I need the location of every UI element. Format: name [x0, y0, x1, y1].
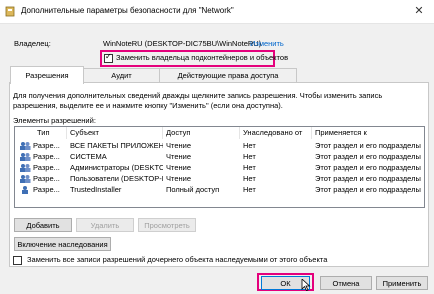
- column-header-inherited[interactable]: Унаследовано от: [240, 127, 312, 139]
- tab-effective-access[interactable]: Действующие права доступа: [159, 68, 297, 83]
- checkmark-icon: ✓: [105, 52, 112, 61]
- permissions-label: Элементы разрешений:: [13, 116, 96, 125]
- mouse-cursor-icon: [301, 279, 311, 291]
- cell-type: Разре...: [33, 185, 60, 194]
- table-row[interactable]: Разре... ВСЕ ПАКЕТЫ ПРИЛОЖЕНИЙ Чтение Не…: [15, 140, 424, 151]
- replace-child-label: Заменить все записи разрешений дочернего…: [27, 255, 328, 264]
- permissions-panel: Для получения дополнительных сведений дв…: [9, 82, 429, 267]
- table-row[interactable]: Разре... TrustedInstaller Полный доступ …: [15, 184, 424, 195]
- cell-inherited: Нет: [243, 174, 256, 183]
- cell-access: Полный доступ: [166, 185, 220, 194]
- cell-subject: ВСЕ ПАКЕТЫ ПРИЛОЖЕНИЙ: [70, 141, 163, 150]
- cell-subject: TrustedInstaller: [70, 185, 122, 194]
- table-row[interactable]: Разре... Пользователи (DESKTOP-DI... Чте…: [15, 173, 424, 184]
- cell-applies: Этот раздел и его подразделы: [315, 163, 421, 172]
- column-header-access[interactable]: Доступ: [163, 127, 240, 139]
- cell-type: Разре...: [33, 141, 60, 150]
- cell-type: Разре...: [33, 163, 60, 172]
- cell-subject: СИСТЕМА: [70, 152, 107, 161]
- cell-inherited: Нет: [243, 141, 256, 150]
- user-group-icon: [20, 164, 31, 172]
- cell-access: Чтение: [166, 141, 192, 150]
- user-group-icon: [20, 153, 31, 161]
- cell-inherited: Нет: [243, 152, 256, 161]
- column-header-subject[interactable]: Субъект: [67, 127, 163, 139]
- user-group-icon: [20, 142, 31, 150]
- cell-subject: Администраторы (DESKTOP-...: [70, 163, 163, 172]
- close-button[interactable]: ✕: [404, 0, 434, 23]
- cell-type: Разре...: [33, 152, 60, 161]
- cell-inherited: Нет: [243, 185, 256, 194]
- cell-type: Разре...: [33, 174, 60, 183]
- cell-access: Чтение: [166, 174, 192, 183]
- view-button[interactable]: Просмотреть: [138, 218, 196, 232]
- enable-inheritance-button[interactable]: Включение наследования: [14, 237, 111, 251]
- user-group-icon: [20, 175, 31, 183]
- cell-access: Чтение: [166, 163, 192, 172]
- replace-owner-checkbox[interactable]: ✓: [104, 52, 113, 63]
- tab-audit[interactable]: Аудит: [82, 68, 161, 83]
- apply-button[interactable]: Применить: [376, 276, 428, 290]
- owner-value: WinNoteRU (DESKTOP-DIC75BU\WinNoteRU): [103, 39, 262, 48]
- column-header-type[interactable]: Тип: [15, 127, 67, 139]
- window-title: Дополнительные параметры безопасности дл…: [21, 6, 234, 15]
- change-owner-link[interactable]: Изменить: [250, 39, 284, 48]
- replace-child-row: Заменить все записи разрешений дочернего…: [13, 255, 413, 265]
- replace-owner-highlight: ✓ Заменить владельца подконтейнеров и об…: [100, 50, 288, 67]
- cell-applies: Этот раздел и его подразделы: [315, 141, 421, 150]
- info-text: Для получения дополнительных сведений дв…: [13, 91, 383, 110]
- table-row[interactable]: Разре... СИСТЕМА Чтение Нет Этот раздел …: [15, 151, 424, 162]
- shield-icon: [5, 6, 15, 17]
- remove-button[interactable]: Удалить: [76, 218, 134, 232]
- permissions-table: Тип Субъект Доступ Унаследовано от Приме…: [14, 126, 425, 208]
- cell-subject: Пользователи (DESKTOP-DI...: [70, 174, 163, 183]
- user-icon: [22, 186, 28, 194]
- replace-owner-label: Заменить владельца подконтейнеров и объе…: [116, 53, 289, 62]
- cell-access: Чтение: [166, 152, 192, 161]
- cell-applies: Этот раздел и его подразделы: [315, 152, 421, 161]
- cell-applies: Этот раздел и его подразделы: [315, 185, 421, 194]
- tab-permissions[interactable]: Разрешения: [10, 66, 84, 84]
- replace-child-checkbox[interactable]: [13, 256, 22, 265]
- owner-label: Владелец:: [14, 39, 51, 48]
- column-header-applies[interactable]: Применяется к: [312, 127, 424, 139]
- add-button[interactable]: Добавить: [14, 218, 72, 232]
- table-row[interactable]: Разре... Администраторы (DESKTOP-... Чте…: [15, 162, 424, 173]
- title-bar: Дополнительные параметры безопасности дл…: [0, 0, 434, 24]
- cell-applies: Этот раздел и его подразделы: [315, 174, 421, 183]
- cancel-button[interactable]: Отмена: [320, 276, 372, 290]
- cell-inherited: Нет: [243, 163, 256, 172]
